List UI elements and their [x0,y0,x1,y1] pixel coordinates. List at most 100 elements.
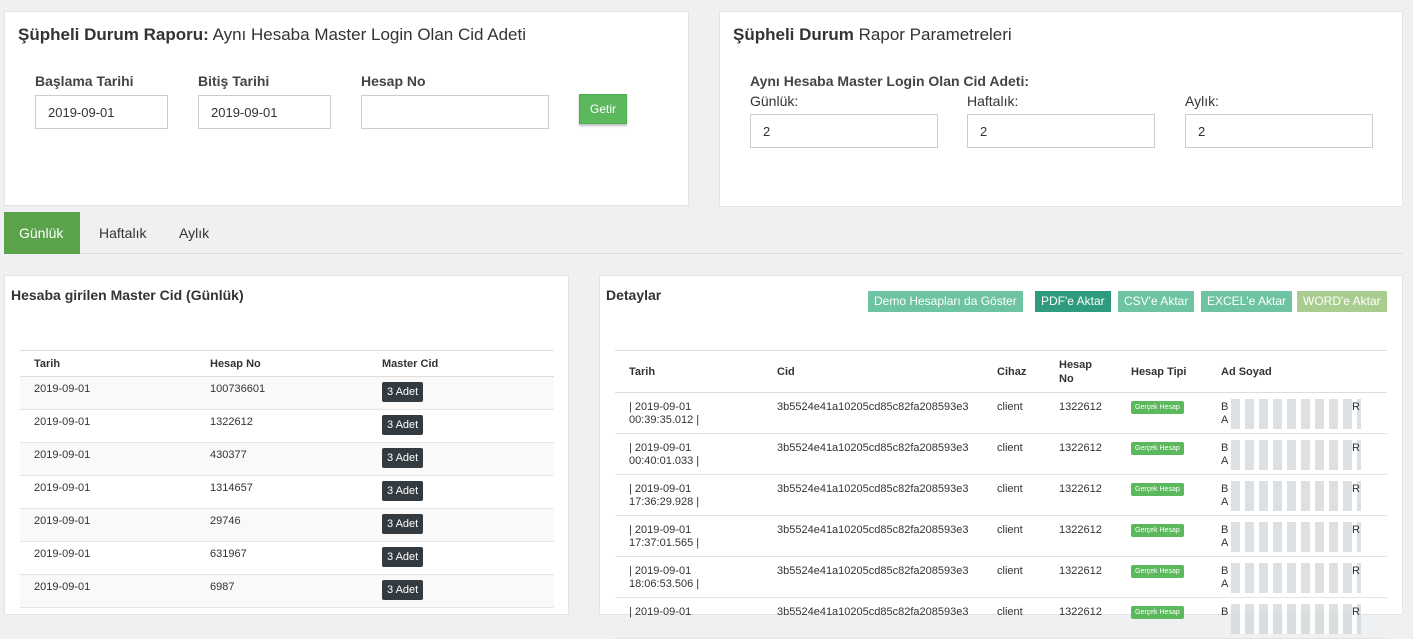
row-date: | 2019-09-01 00:40:01.033 | [615,433,763,475]
export-excel-button[interactable]: EXCEL'e Aktar [1201,291,1292,312]
row-date: 2019-09-01 [20,574,196,608]
account-no-label: Hesap No [361,73,426,89]
row-date: | 2019-09-01 17:37:01.565 | [615,515,763,557]
row-master-cid: 3 Adet [368,376,554,410]
row-account-type: Gerçek Hesap [1117,515,1207,557]
row-date-day: | 2019-09-01 [629,442,692,454]
tab-daily[interactable]: Günlük [4,212,80,254]
row-account: 1322612 [1045,556,1117,598]
account-no-input[interactable] [361,95,549,129]
row-date-day: | 2019-09-01 [629,401,692,413]
row-account: 1322612 [1045,515,1117,557]
show-demo-button[interactable]: Demo Hesapları da Göster [868,291,1023,312]
tab-weekly[interactable]: Haftalık [84,212,161,254]
cid-count-badge[interactable]: 3 Adet [382,580,424,600]
row-full-name: BA R [1207,433,1387,475]
redacted-name [1231,481,1361,511]
name-end: R [1352,606,1360,618]
row-account: 1322612 [196,409,368,443]
row-device: client [983,515,1045,557]
cid-count-badge[interactable]: 3 Adet [382,382,424,402]
cid-count-badge[interactable]: 3 Adet [382,481,424,501]
surname-initial: A [1221,537,1229,549]
row-account: 1322612 [1045,597,1117,639]
table-row: | 2019-09-01 18:06:53.506 | 3b5524e41a1020… [615,556,1387,598]
account-type-badge: Gerçek Hesap [1131,524,1184,537]
master-cid-panel: Hesaba girilen Master Cid (Günlük) Tarih… [4,275,569,615]
params-title: Şüpheli Durum Rapor Parametreleri [733,25,1012,45]
details-table: Tarih Cid Cihaz Hesap No Hesap Tipi Ad S… [615,350,1387,639]
row-account-type: Gerçek Hesap [1117,556,1207,598]
row-account: 430377 [196,442,368,476]
col-full-name: Ad Soyad [1207,350,1387,393]
row-account: 1314657 [196,475,368,509]
export-csv-button[interactable]: CSV'e Aktar [1118,291,1195,312]
name-initial: B [1221,401,1229,413]
row-date: 2019-09-01 [20,376,196,410]
weekly-input[interactable] [967,114,1155,148]
col-date: Tarih [20,350,196,377]
redacted-name [1231,604,1361,634]
name-initial: B [1221,442,1229,454]
getir-button[interactable]: Getir [579,94,627,124]
start-date-input[interactable] [35,95,168,129]
tab-monthly[interactable]: Aylık [164,212,224,254]
row-date-day: | 2019-09-01 [629,565,692,577]
name-end: R [1352,524,1360,536]
cid-count-badge[interactable]: 3 Adet [382,514,424,534]
row-full-name: BA R [1207,556,1387,598]
row-date: 2019-09-01 [20,442,196,476]
row-date: 2019-09-01 [20,409,196,443]
row-date-day: | 2019-09-01 [629,524,692,536]
weekly-label: Haftalık: [967,93,1019,109]
row-date-time: 18:06:53.506 | [629,578,700,590]
row-cid: 3b5524e41a10205cd85c82fa208593e3 [763,515,983,557]
row-account: 100736601 [196,376,368,410]
monthly-input[interactable] [1185,114,1373,148]
col-detail-account: Hesap No [1045,350,1117,393]
row-master-cid: 3 Adet [368,508,554,542]
name-initial: B [1221,565,1229,577]
row-cid: 3b5524e41a10205cd85c82fa208593e3 [763,392,983,434]
monthly-label: Aylık: [1185,93,1219,109]
row-account: 1322612 [1045,433,1117,475]
start-date-label: Başlama Tarihi [35,73,134,89]
name-initial: B [1221,606,1229,618]
col-detail-date: Tarih [615,350,763,393]
export-pdf-button[interactable]: PDF'e Aktar [1035,291,1111,312]
name-initial: B [1221,524,1229,536]
cid-count-badge[interactable]: 3 Adet [382,448,424,468]
daily-label: Günlük: [750,93,799,109]
row-device: client [983,392,1045,434]
row-full-name: BA R [1207,392,1387,434]
row-master-cid: 3 Adet [368,541,554,575]
redacted-name [1231,440,1361,470]
cid-count-badge[interactable]: 3 Adet [382,547,424,567]
redacted-name [1231,522,1361,552]
table-row: 2019-09-01 6987 3 Adet [20,574,554,608]
row-cid: 3b5524e41a10205cd85c82fa208593e3 [763,597,983,639]
name-initial: B [1221,483,1229,495]
details-panel: Detaylar Tarih Cid Cihaz Hesap No Hesap … [599,275,1403,639]
row-date: 2019-09-01 [20,475,196,509]
cid-count-badge[interactable]: 3 Adet [382,415,424,435]
col-account: Hesap No [196,350,368,377]
row-master-cid: 3 Adet [368,475,554,509]
name-end: R [1352,483,1360,495]
params-subtitle: Aynı Hesaba Master Login Olan Cid Adeti: [750,73,1030,89]
account-type-badge: Gerçek Hesap [1131,401,1184,414]
row-date-time: 00:40:01.033 | [629,455,700,467]
row-date-time: 17:37:01.565 | [629,537,700,549]
report-title: Şüpheli Durum Raporu: Aynı Hesaba Master… [18,25,526,45]
row-date-day: | 2019-09-01 [629,483,692,495]
export-word-button[interactable]: WORD'e Aktar [1297,291,1387,312]
end-date-input[interactable] [198,95,331,129]
end-date-label: Bitiş Tarihi [198,73,270,89]
daily-input[interactable] [750,114,938,148]
row-account: 631967 [196,541,368,575]
row-master-cid: 3 Adet [368,574,554,608]
row-device: client [983,556,1045,598]
table-row: | 2019-09-01 17:36:29.928 | 3b5524e41a1020… [615,474,1387,516]
details-title: Detaylar [606,287,662,303]
table-row: 2019-09-01 631967 3 Adet [20,541,554,575]
